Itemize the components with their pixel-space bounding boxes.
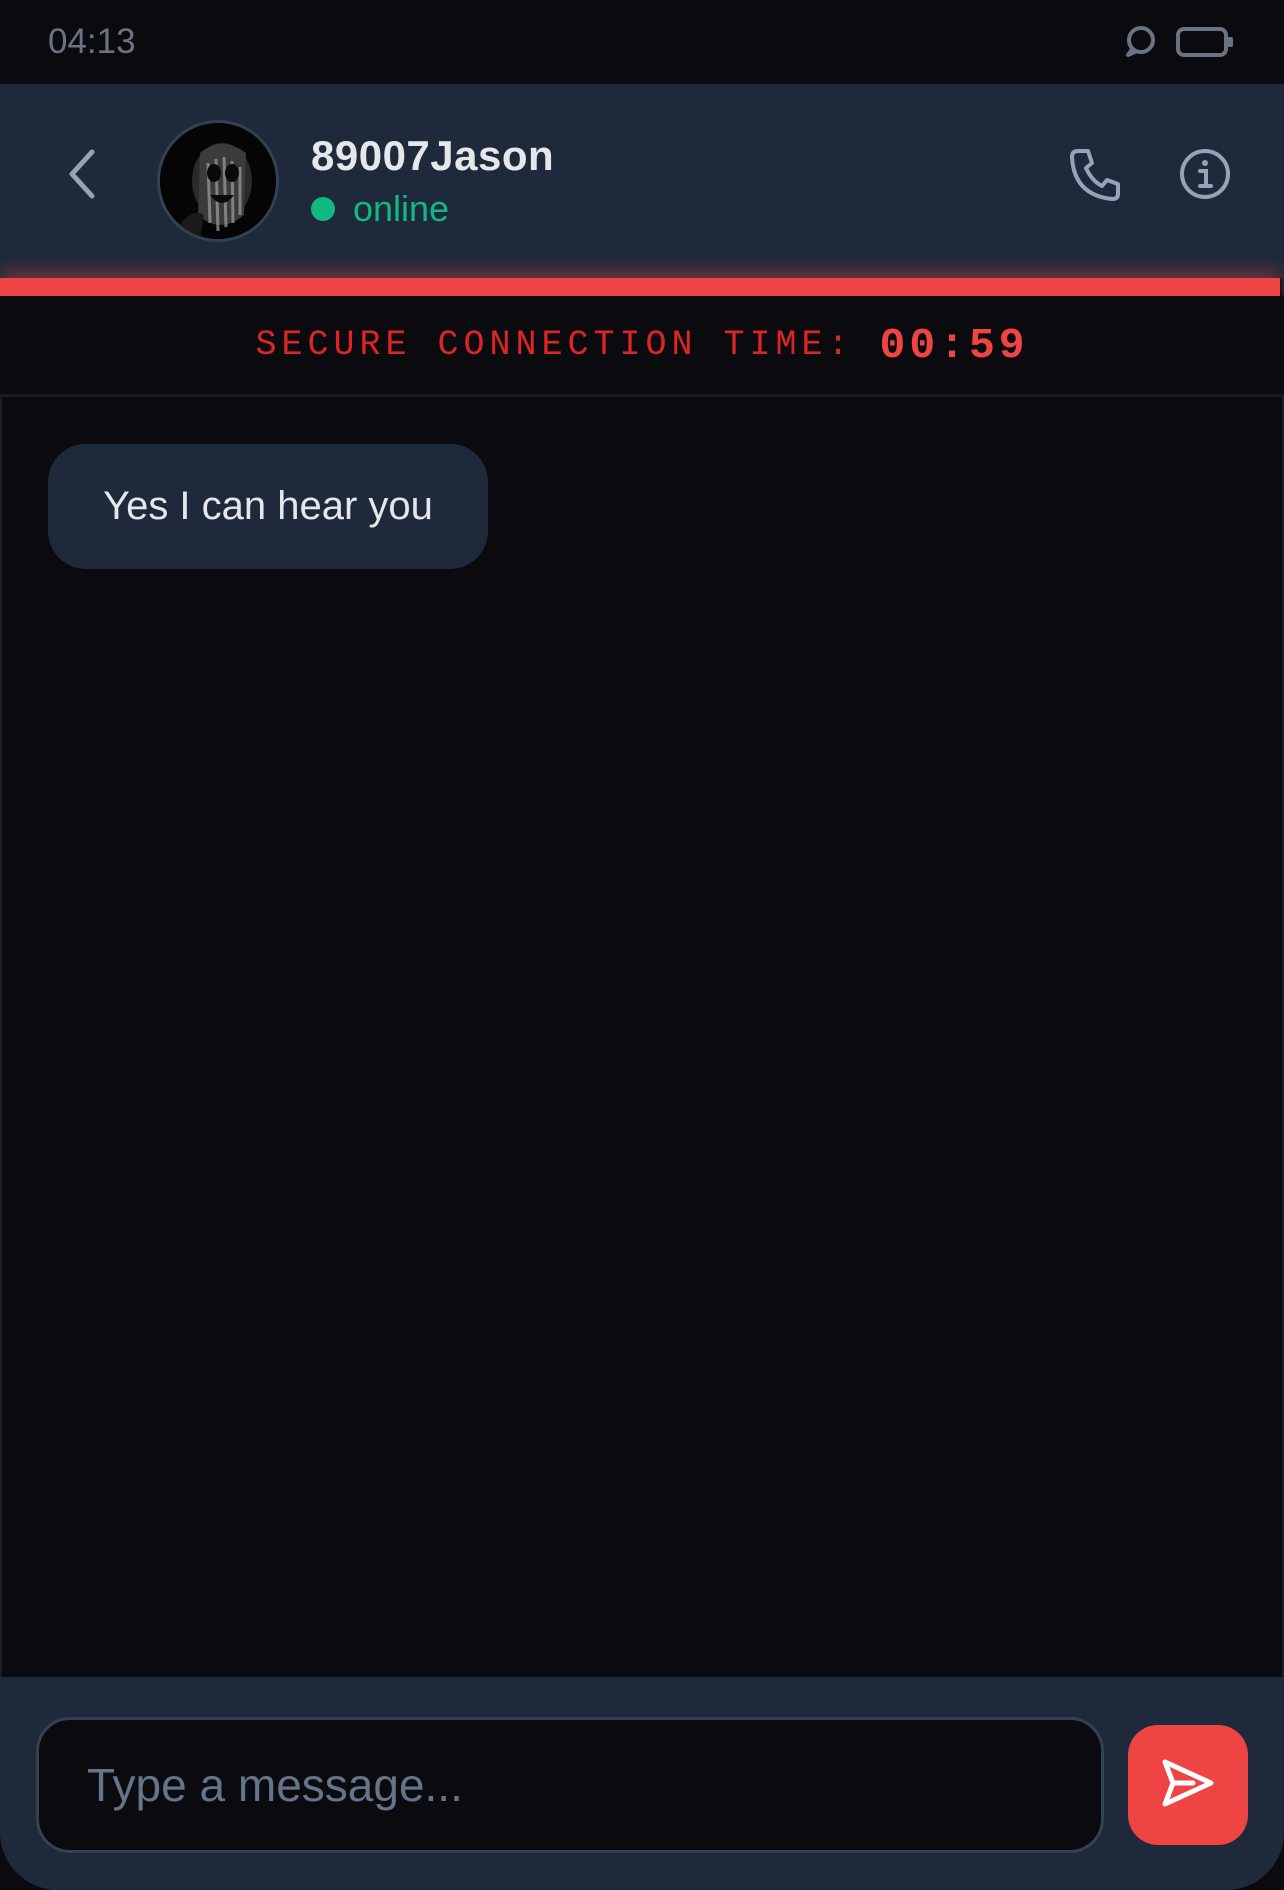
avatar[interactable] [157, 120, 279, 242]
presence-status: online [311, 188, 449, 230]
secure-connection-time: 00:59 [879, 320, 1029, 370]
composer [0, 1677, 1284, 1890]
incoming-message[interactable]: Yes I can hear you [48, 444, 488, 569]
back-button[interactable] [52, 146, 112, 206]
secure-connection-timer: SECURE CONNECTION TIME: 00:59 [0, 296, 1284, 397]
info-icon [1178, 147, 1232, 206]
chat-bubble-icon [1122, 24, 1158, 65]
secure-connection-label: SECURE CONNECTION TIME: [255, 325, 854, 365]
send-icon [1159, 1757, 1217, 1814]
message-list[interactable]: Yes I can hear you [0, 397, 1284, 1677]
status-time: 04:13 [48, 22, 136, 61]
presence-text: online [353, 188, 450, 229]
send-button[interactable] [1128, 1725, 1248, 1845]
status-icons [1122, 24, 1234, 65]
message-input[interactable] [36, 1717, 1104, 1853]
phone-icon [1068, 147, 1120, 206]
phone-screen: 04:13 89007Jason online SECURE CONNECTIO… [0, 0, 1284, 1890]
alert-bar [0, 278, 1280, 296]
status-bar: 04:13 [0, 0, 1284, 84]
battery-icon [1176, 26, 1234, 63]
chat-header: 89007Jason online [0, 84, 1284, 278]
chevron-left-icon [62, 146, 102, 207]
online-dot-icon [311, 197, 335, 221]
contact-name: 89007Jason [311, 132, 555, 179]
info-button[interactable] [1175, 146, 1235, 206]
call-button[interactable] [1064, 146, 1124, 206]
